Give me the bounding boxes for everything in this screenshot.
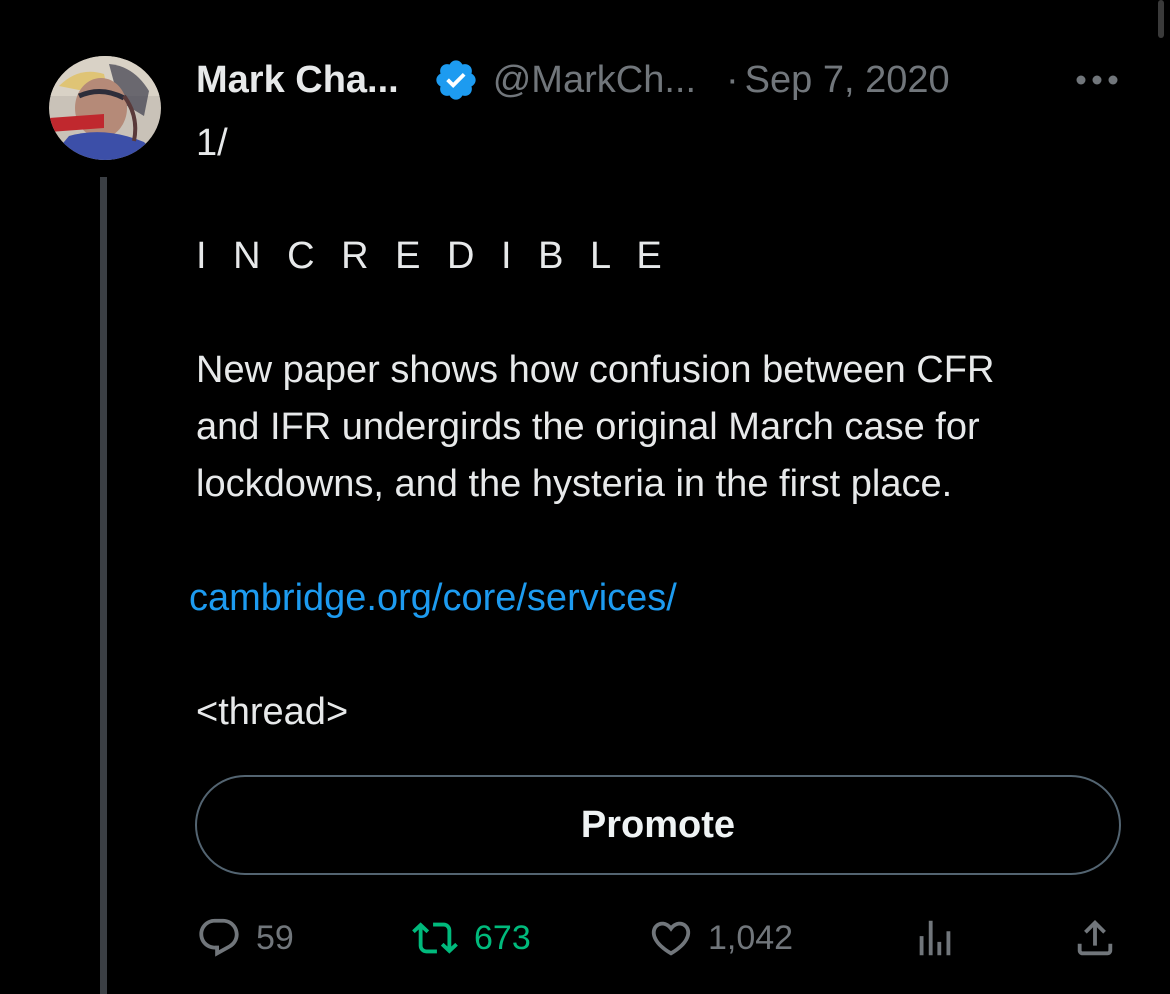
tweet-index-text: 1/	[196, 122, 228, 164]
like-count: 1,042	[708, 918, 794, 957]
verified-badge-icon[interactable]	[433, 57, 479, 103]
reply-count: 59	[256, 918, 294, 957]
avatar[interactable]	[49, 56, 161, 160]
share-action[interactable]	[1072, 912, 1118, 964]
tweet-date[interactable]: Sep 7, 2020	[745, 59, 950, 102]
analytics-icon	[919, 920, 951, 956]
heart-icon	[651, 921, 691, 956]
retweet-count: 673	[474, 918, 531, 957]
avatar-image	[49, 56, 161, 160]
reply-icon	[199, 918, 239, 957]
tweet-headline-text: I N C R E D I B L E	[196, 235, 670, 277]
retweet-icon	[412, 922, 458, 954]
retweet-action[interactable]: 673	[410, 912, 531, 964]
tweet-paragraph-line-3: lockdowns, and the hysteria in the first…	[196, 463, 953, 505]
scrollbar[interactable]	[1158, 0, 1164, 38]
tweet-header: Mark Cha... @MarkCh... · Sep 7, 2020	[196, 54, 1126, 106]
tweet-paragraph-line-1: New paper shows how confusion between CF…	[196, 349, 995, 391]
share-icon	[1077, 919, 1113, 956]
tweet-paragraph-line-2: and IFR undergirds the original March ca…	[196, 406, 980, 448]
author-display-name[interactable]: Mark Cha...	[196, 59, 399, 102]
reply-action[interactable]: 59	[196, 912, 294, 964]
views-action[interactable]	[912, 912, 958, 964]
like-action[interactable]: 1,042	[648, 912, 793, 964]
promote-button[interactable]: Promote	[195, 775, 1121, 875]
author-handle[interactable]: @MarkCh...	[493, 59, 696, 102]
separator-dot: ·	[726, 58, 739, 101]
tweet-link[interactable]: cambridge.org/core/services/	[189, 570, 677, 627]
thread-connector-line	[100, 177, 107, 994]
more-horizontal-icon[interactable]	[1074, 70, 1120, 90]
thread-tag-text: <thread>	[196, 691, 349, 733]
